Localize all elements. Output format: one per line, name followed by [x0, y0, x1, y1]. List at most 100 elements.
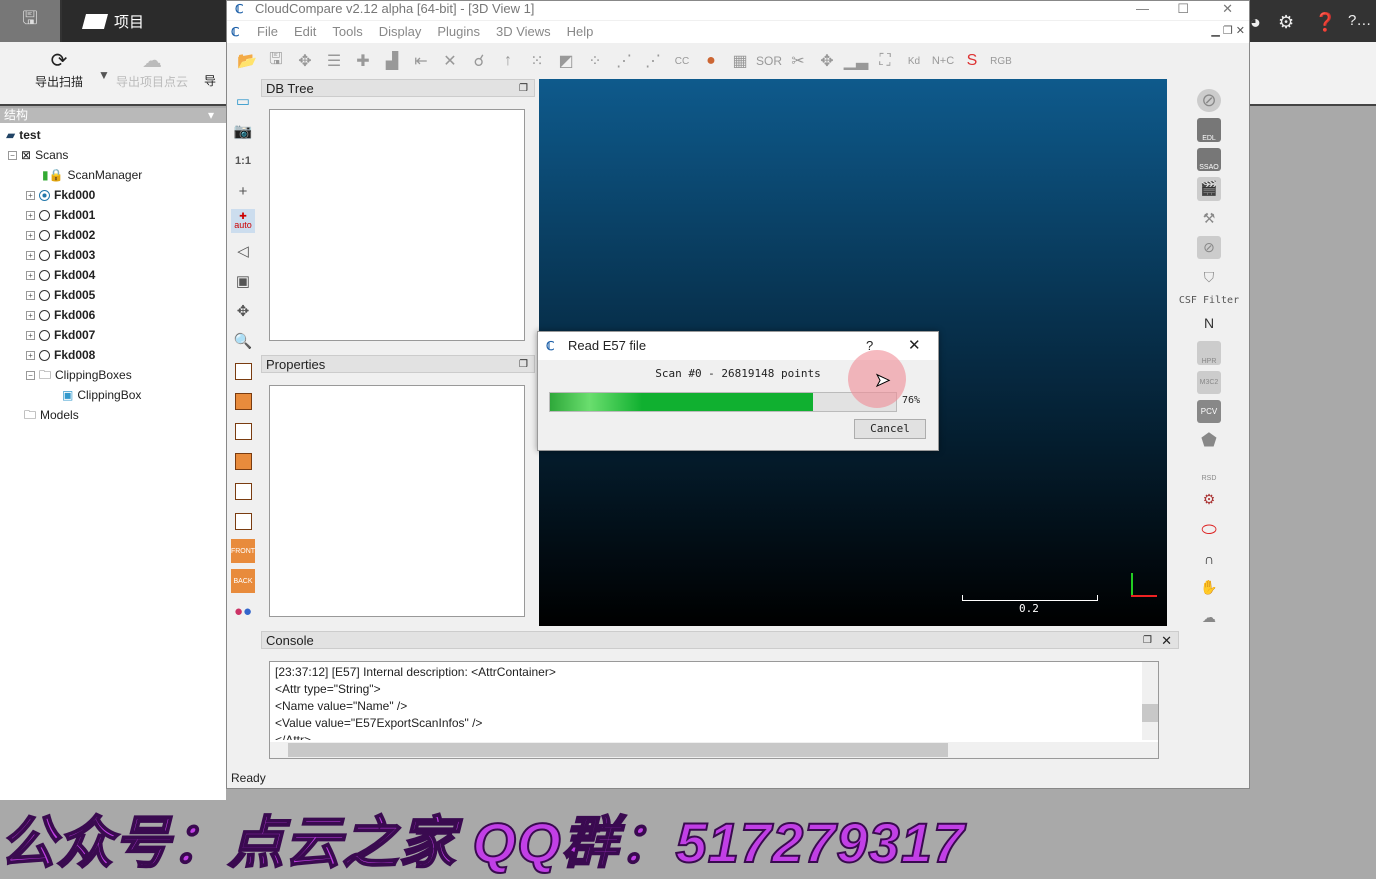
polygon-icon[interactable]: ⬟: [1197, 429, 1221, 452]
gears-icon[interactable]: ⚙: [1197, 488, 1221, 511]
float-icon[interactable]: ❐: [519, 80, 528, 97]
m3c2-button[interactable]: M3C2: [1197, 370, 1221, 394]
scatter-icon[interactable]: ⁘: [583, 49, 607, 73]
tree-item[interactable]: ▮🔒 ScanManager: [42, 165, 142, 185]
cloud-icon[interactable]: ☁: [1197, 606, 1221, 629]
float-icon[interactable]: ❐: [1143, 632, 1152, 649]
iso-front-button[interactable]: FRONT: [231, 539, 255, 563]
dropdown-icon[interactable]: ▼: [98, 68, 110, 82]
view-top-icon[interactable]: [231, 359, 255, 383]
search-icon[interactable]: 🔍: [231, 329, 255, 353]
rotate-icon[interactable]: ◁: [231, 239, 255, 263]
projection-icon[interactable]: ▣: [231, 269, 255, 293]
zoom-1to1-button[interactable]: 1:1: [231, 149, 255, 173]
camera-icon[interactable]: 📷: [231, 119, 255, 143]
screen-icon[interactable]: ▭: [231, 89, 255, 113]
hand-icon[interactable]: ✋: [1197, 576, 1221, 599]
menu-edit[interactable]: Edit: [286, 21, 324, 43]
view-bottom-icon[interactable]: [231, 479, 255, 503]
menu-help[interactable]: Help: [559, 21, 602, 43]
sor-icon[interactable]: SOR: [756, 49, 782, 73]
list-icon[interactable]: ☰: [322, 49, 346, 73]
menu-tools[interactable]: Tools: [324, 21, 370, 43]
tab-project[interactable]: 项目: [62, 0, 226, 42]
horizontal-scrollbar[interactable]: [270, 742, 1158, 758]
tree-item[interactable]: + Fkd003: [26, 245, 95, 265]
dropdown-icon[interactable]: ▾: [208, 108, 214, 123]
mdi-controls[interactable]: ▁ ❐ ✕: [1211, 24, 1245, 37]
ellipse-icon[interactable]: ⬭: [1197, 517, 1221, 540]
tree-item[interactable]: + Fkd007: [26, 325, 95, 345]
kd-icon[interactable]: Kd: [902, 49, 926, 73]
move-icon[interactable]: ✥: [815, 49, 839, 73]
save-icon[interactable]: 🖫: [264, 49, 288, 73]
tree-item[interactable]: ▣ ClippingBox: [62, 385, 141, 405]
ribbon-more[interactable]: 导: [200, 72, 220, 89]
close-icon[interactable]: ✕: [1161, 632, 1172, 649]
histogram-icon[interactable]: ▁▃: [844, 49, 869, 73]
rgb-icon[interactable]: RGB: [989, 49, 1013, 73]
float-icon[interactable]: ❐: [519, 356, 528, 373]
menu-plugins[interactable]: Plugins: [429, 21, 488, 43]
tree-item[interactable]: − ⊠ Scans: [8, 145, 68, 165]
curve-icon[interactable]: S: [960, 49, 984, 73]
menu-display[interactable]: Display: [371, 21, 430, 43]
cloud-icon[interactable]: ◕: [1250, 12, 1261, 33]
animation-icon[interactable]: 🎬: [1197, 177, 1221, 201]
tree-item[interactable]: − 🗀 ClippingBoxes: [26, 365, 132, 385]
scatter2-icon[interactable]: ⋰: [612, 49, 636, 73]
mesh-icon[interactable]: ◩: [554, 49, 578, 73]
view-left-icon[interactable]: [231, 419, 255, 443]
cancel-button[interactable]: Cancel: [854, 419, 926, 439]
sample-icon[interactable]: ☌: [467, 49, 491, 73]
tree-item[interactable]: + Fkd002: [26, 225, 95, 245]
view-back-icon[interactable]: [231, 509, 255, 533]
chat-help-icon[interactable]: ?…: [1348, 12, 1371, 29]
color-icon[interactable]: ●: [699, 49, 723, 73]
hpr-button[interactable]: HPR: [1197, 341, 1221, 365]
iso-back-button[interactable]: BACK: [231, 569, 255, 593]
normals-icon[interactable]: ↑: [496, 49, 520, 73]
scissors-icon[interactable]: ✂: [786, 49, 810, 73]
export-scan-button[interactable]: ⟳ 导出扫描: [24, 48, 94, 90]
console-output[interactable]: [23:37:12] [E57] Internal description: <…: [269, 661, 1159, 759]
properties-panel[interactable]: [269, 385, 525, 617]
vertical-scrollbar[interactable]: [1142, 662, 1158, 740]
tree-item[interactable]: ▰ test: [6, 125, 41, 145]
points-icon[interactable]: ⁙: [525, 49, 549, 73]
csf-filter-label[interactable]: CSF Filter: [1179, 295, 1239, 306]
open-icon[interactable]: 📂: [235, 49, 259, 73]
pan-icon[interactable]: ✥: [231, 299, 255, 323]
nc-icon[interactable]: N+C: [931, 49, 955, 73]
db-tree-panel[interactable]: [269, 109, 525, 341]
translate-icon[interactable]: ✚: [351, 49, 375, 73]
cc-icon[interactable]: CC: [670, 49, 694, 73]
compass-icon[interactable]: ⊘: [1197, 235, 1221, 260]
edl-button[interactable]: EDL: [1197, 118, 1221, 142]
noise-icon[interactable]: ▦: [728, 49, 752, 73]
close-button[interactable]: ✕: [1222, 1, 1233, 16]
crosshair-icon[interactable]: +: [231, 179, 255, 203]
tree-item[interactable]: + Fkd008: [26, 345, 95, 365]
rsd-button[interactable]: RSD: [1197, 459, 1221, 482]
merge-icon[interactable]: ⇤: [409, 49, 433, 73]
minimize-button[interactable]: —: [1136, 1, 1149, 16]
scatter3-icon[interactable]: ⋰: [641, 49, 665, 73]
brush-icon[interactable]: ⚒: [1197, 207, 1221, 230]
ssao-button[interactable]: SSAO: [1197, 147, 1221, 172]
tree-item[interactable]: + Fkd001: [26, 205, 95, 225]
canupo-icon[interactable]: ⛶: [873, 49, 897, 73]
help-icon[interactable]: ❓: [1314, 12, 1336, 33]
tree-item[interactable]: 🗀 Models: [24, 405, 79, 425]
auto-pivot-button[interactable]: ✚ auto: [231, 209, 255, 233]
tree-item[interactable]: + Fkd006: [26, 305, 95, 325]
delete-icon[interactable]: ✕: [438, 49, 462, 73]
tree-item[interactable]: + Fkd005: [26, 285, 95, 305]
export-project-cloud-button[interactable]: ☁ 导出项目点云: [116, 48, 188, 90]
menu-file[interactable]: File: [249, 21, 286, 43]
gear-icon[interactable]: ⚙: [1278, 12, 1294, 33]
arch-icon[interactable]: ∩: [1197, 547, 1221, 570]
view-front-icon[interactable]: [231, 389, 255, 413]
maximize-button[interactable]: ☐: [1177, 1, 1189, 16]
save-icon[interactable]: 🖫: [0, 0, 60, 42]
